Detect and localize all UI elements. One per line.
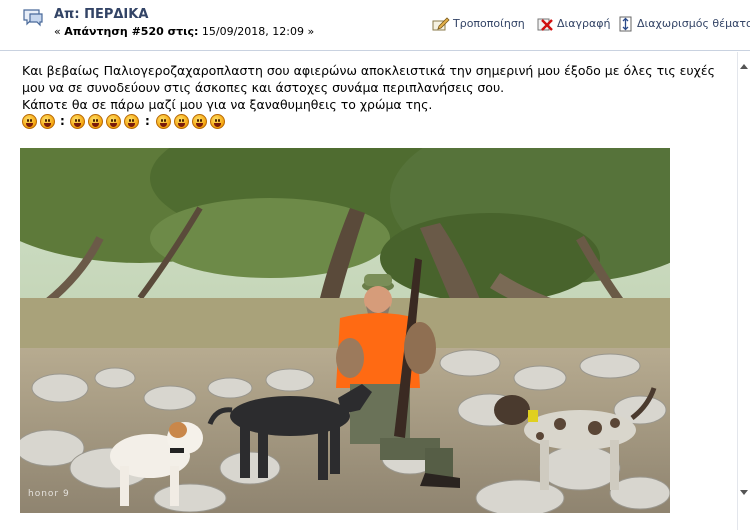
tongue-smiley-icon <box>156 114 171 129</box>
tongue-smiley-icon <box>192 114 207 129</box>
tongue-smiley-icon <box>210 114 225 129</box>
tongue-smiley-icon <box>124 114 139 129</box>
split-label: Διαχωρισμός θέματος <box>637 17 750 30</box>
tongue-smiley-icon <box>22 114 37 129</box>
hunting-scene-image <box>20 148 670 513</box>
tongue-smiley-icon <box>88 114 103 129</box>
post-title[interactable]: Απ: ΠΕΡΔΙΚΑ <box>54 7 148 22</box>
split-topic-button[interactable]: Διαχωρισμός θέματος <box>618 16 750 32</box>
meta-open-quote: « <box>54 25 61 38</box>
post-date: 15/09/2018, 12:09 <box>201 25 304 38</box>
post-body: Και βεβαίως Παλιογεροζαχαροπλαστη σου αφ… <box>22 62 722 113</box>
body-line-1: Και βεβαίως Παλιογεροζαχαροπλαστη σου αφ… <box>22 63 715 78</box>
body-line-3: Κάποτε θα σε πάρω μαζί μου για να ξαναθυ… <box>22 97 433 112</box>
delete-button[interactable]: Διαγραφή <box>536 16 610 32</box>
post-header: Απ: ΠΕΡΔΙΚΑ « Απάντηση #520 στις: 15/09/… <box>0 0 750 51</box>
tongue-smiley-icon <box>70 114 85 129</box>
tongue-smiley-icon <box>106 114 121 129</box>
delete-label: Διαγραφή <box>557 17 611 30</box>
delete-icon <box>537 18 553 31</box>
edit-icon <box>432 17 450 31</box>
split-icon <box>619 16 632 32</box>
body-line-2: μου να σε συνοδεύουν στις άσκοπες και άσ… <box>22 80 505 95</box>
meta-close-quote: » <box>307 25 315 38</box>
photo-watermark: honor 9 <box>28 489 70 499</box>
smiley-separator: : <box>60 114 65 128</box>
smiley-separator: : <box>145 114 150 128</box>
post-photo[interactable]: honor 9 <box>20 148 670 513</box>
post-meta: « Απάντηση #520 στις: 15/09/2018, 12:09 … <box>54 25 314 38</box>
scroll-down-arrow-icon[interactable] <box>740 490 748 495</box>
edit-button[interactable]: Τροποποίηση <box>432 16 525 32</box>
topic-message-icon <box>23 9 43 27</box>
tongue-smiley-icon <box>40 114 55 129</box>
tongue-smiley-icon <box>174 114 189 129</box>
scroll-up-arrow-icon[interactable] <box>740 64 748 69</box>
reply-label: Απάντηση #520 στις: <box>64 25 199 38</box>
edit-label: Τροποποίηση <box>453 17 525 30</box>
right-scrollbar[interactable] <box>737 52 750 530</box>
